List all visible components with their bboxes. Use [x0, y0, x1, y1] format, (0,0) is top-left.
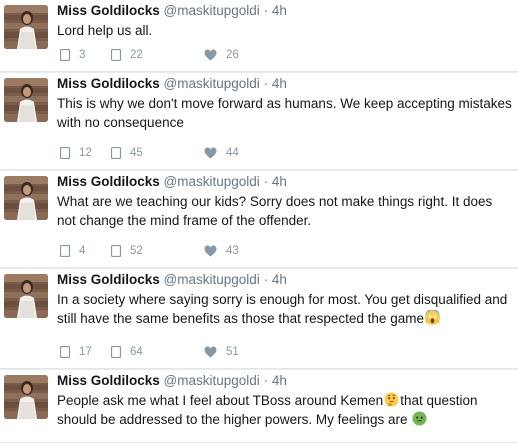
- like-count: 26: [226, 49, 239, 61]
- reply-button[interactable]: 17: [60, 344, 92, 360]
- reply-button[interactable]: 12: [60, 145, 92, 161]
- retweet-count: 45: [130, 147, 143, 159]
- reply-icon: [60, 147, 71, 159]
- retweet-icon: [111, 49, 122, 61]
- tweet-item[interactable]: Miss Goldilocks @maskitupgoldi · 4h What…: [0, 171, 518, 268]
- avatar[interactable]: [4, 375, 48, 419]
- retweet-icon: [111, 147, 122, 159]
- like-count: 44: [226, 147, 239, 159]
- timestamp[interactable]: 4h: [272, 272, 287, 287]
- separator-dot: ·: [263, 174, 269, 189]
- tweet-item[interactable]: Miss Goldilocks @maskitupgoldi · 4h In a…: [0, 269, 518, 369]
- tweet-header: Miss Goldilocks @maskitupgoldi · 4h: [57, 373, 287, 389]
- tweet-text: This is why we don't move forward as hum…: [57, 96, 512, 130]
- tweet-actions: 17 64 51: [60, 344, 360, 360]
- tweet-item[interactable]: Miss Goldilocks @maskitupgoldi · 4h Peop…: [0, 370, 518, 443]
- user-handle[interactable]: @maskitupgoldi: [164, 272, 260, 287]
- heart-icon: [204, 147, 217, 159]
- like-button[interactable]: 44: [204, 145, 239, 161]
- user-handle[interactable]: @maskitupgoldi: [164, 76, 260, 91]
- tweet-item[interactable]: Miss Goldilocks @maskitupgoldi · 4h Lord…: [0, 0, 518, 72]
- tweet-header: Miss Goldilocks @maskitupgoldi · 4h: [57, 272, 287, 288]
- timestamp[interactable]: 4h: [272, 373, 287, 388]
- like-count: 43: [226, 245, 239, 257]
- heart-icon: [204, 245, 217, 257]
- tweet-text-part1: People ask me what I feel about TBoss ar…: [57, 393, 384, 408]
- reply-icon: [60, 245, 71, 257]
- tweet-header: Miss Goldilocks @maskitupgoldi · 4h: [57, 76, 287, 92]
- tweet-actions: 3 22 26: [60, 47, 360, 63]
- retweet-icon: [111, 245, 122, 257]
- retweet-button[interactable]: 52: [111, 243, 143, 259]
- nauseated-face-emoji: [412, 411, 427, 426]
- thinking-face-emoji: [384, 392, 399, 407]
- user-name[interactable]: Miss Goldilocks: [57, 76, 160, 91]
- like-button[interactable]: 43: [204, 243, 239, 259]
- user-name[interactable]: Miss Goldilocks: [57, 174, 160, 189]
- user-handle[interactable]: @maskitupgoldi: [164, 373, 260, 388]
- user-handle[interactable]: @maskitupgoldi: [164, 3, 260, 18]
- screaming-face-emoji: [425, 310, 440, 325]
- tweet-item[interactable]: Miss Goldilocks @maskitupgoldi · 4h This…: [0, 73, 518, 170]
- reply-count: 3: [79, 49, 86, 61]
- reply-count: 17: [79, 346, 92, 358]
- separator-dot: ·: [263, 373, 269, 388]
- tweet-text: What are we teaching our kids? Sorry doe…: [57, 194, 493, 228]
- user-name[interactable]: Miss Goldilocks: [57, 3, 160, 18]
- retweet-count: 22: [130, 49, 143, 61]
- separator-dot: ·: [263, 272, 269, 287]
- reply-count: 4: [79, 245, 86, 257]
- user-name[interactable]: Miss Goldilocks: [57, 272, 160, 287]
- timestamp[interactable]: 4h: [272, 76, 287, 91]
- heart-icon: [204, 49, 217, 61]
- reply-icon: [60, 346, 71, 358]
- avatar[interactable]: [4, 78, 48, 122]
- retweet-count: 64: [130, 346, 143, 358]
- heart-icon: [204, 346, 217, 358]
- timestamp[interactable]: 4h: [272, 174, 287, 189]
- like-count: 51: [226, 346, 239, 358]
- reply-icon: [60, 49, 71, 61]
- separator-dot: ·: [263, 76, 269, 91]
- user-handle[interactable]: @maskitupgoldi: [164, 174, 260, 189]
- tweet-text: People ask me what I feel about TBoss ar…: [57, 391, 512, 429]
- tweet-header: Miss Goldilocks @maskitupgoldi · 4h: [57, 174, 287, 190]
- avatar[interactable]: [4, 176, 48, 220]
- avatar[interactable]: [4, 274, 48, 318]
- like-button[interactable]: 51: [204, 344, 239, 360]
- like-button[interactable]: 26: [204, 47, 239, 63]
- reply-count: 12: [79, 147, 92, 159]
- retweet-button[interactable]: 22: [111, 47, 143, 63]
- retweet-icon: [111, 346, 122, 358]
- retweet-button[interactable]: 64: [111, 344, 143, 360]
- user-name[interactable]: Miss Goldilocks: [57, 373, 160, 388]
- retweet-button[interactable]: 45: [111, 145, 143, 161]
- tweet-text: Lord help us all.: [57, 23, 153, 38]
- timestamp[interactable]: 4h: [272, 3, 287, 18]
- reply-button[interactable]: 4: [60, 243, 85, 259]
- separator-dot: ·: [263, 3, 269, 18]
- tweet-header: Miss Goldilocks @maskitupgoldi · 4h: [57, 3, 287, 19]
- tweet-actions: 12 45 44: [60, 145, 360, 161]
- tweet-actions: 4 52 43: [60, 243, 360, 259]
- avatar[interactable]: [4, 5, 48, 49]
- retweet-count: 52: [130, 245, 143, 257]
- reply-button[interactable]: 3: [60, 47, 85, 63]
- tweet-text: In a society where saying sorry is enoug…: [57, 290, 512, 328]
- tweet-timeline: Miss Goldilocks @maskitupgoldi · 4h Lord…: [0, 0, 518, 443]
